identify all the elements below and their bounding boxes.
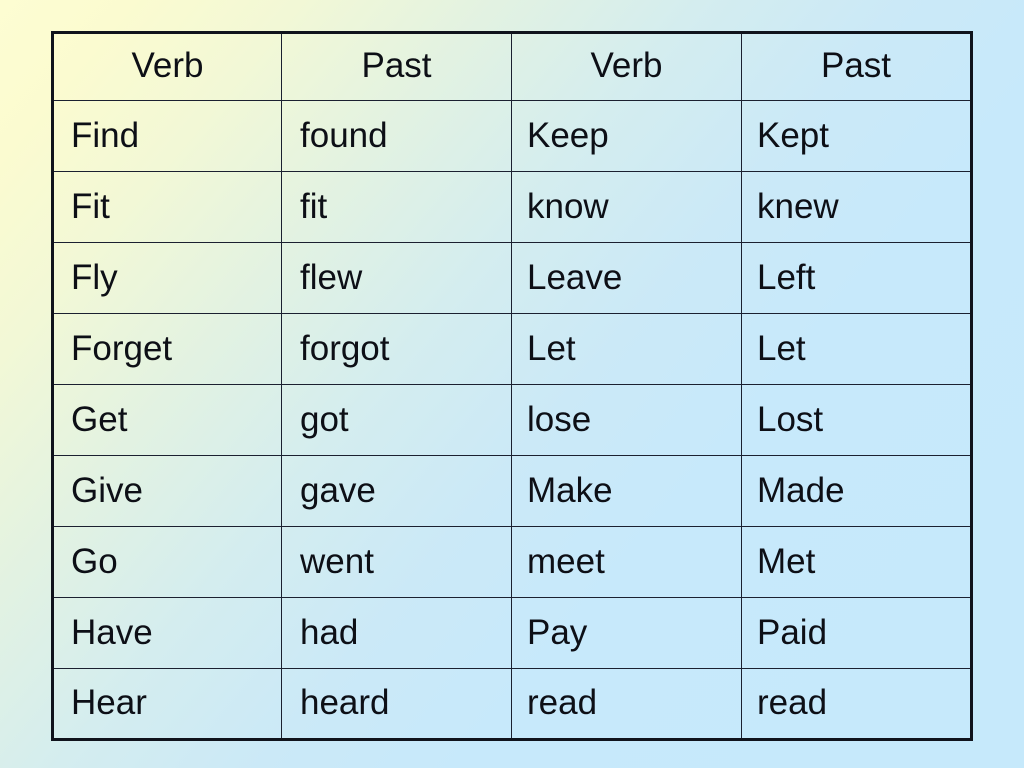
cell-verb-1: Get (52, 384, 282, 456)
table-row: Find found Keep Kept (52, 100, 972, 172)
cell-verb-2: Keep (511, 100, 742, 172)
table-row: Give gave Make Made (52, 455, 972, 527)
table-row: Fit fit know knew (52, 171, 972, 243)
cell-past-2: Lost (741, 384, 972, 456)
cell-verb-1: Forget (52, 313, 282, 385)
table-row: Forget forgot Let Let (52, 313, 972, 385)
cell-past-2: Left (741, 242, 972, 314)
cell-past-1: got (281, 384, 512, 456)
column-header-verb-2: Verb (511, 32, 742, 101)
slide-canvas: Verb Past Verb Past Find found Keep Kept… (0, 0, 1024, 768)
cell-verb-2: meet (511, 526, 742, 598)
cell-verb-1: Find (52, 100, 282, 172)
cell-verb-2: know (511, 171, 742, 243)
cell-verb-2: lose (511, 384, 742, 456)
cell-past-2: Let (741, 313, 972, 385)
cell-verb-2: Leave (511, 242, 742, 314)
cell-past-2: Made (741, 455, 972, 527)
table-row: Get got lose Lost (52, 384, 972, 456)
cell-past-2: read (741, 668, 972, 740)
cell-verb-2: Make (511, 455, 742, 527)
cell-past-1: found (281, 100, 512, 172)
cell-verb-1: Go (52, 526, 282, 598)
cell-verb-2: Pay (511, 597, 742, 669)
irregular-verbs-table: Verb Past Verb Past Find found Keep Kept… (51, 31, 973, 741)
column-header-verb-1: Verb (52, 32, 282, 101)
cell-past-1: gave (281, 455, 512, 527)
cell-verb-1: Hear (52, 668, 282, 740)
cell-past-1: went (281, 526, 512, 598)
table-row: Go went meet Met (52, 526, 972, 598)
table-row: Hear heard read read (52, 668, 972, 740)
cell-past-2: Kept (741, 100, 972, 172)
table-row: Have had Pay Paid (52, 597, 972, 669)
table-header: Verb Past Verb Past (52, 32, 972, 101)
cell-verb-2: read (511, 668, 742, 740)
cell-past-1: forgot (281, 313, 512, 385)
column-header-past-1: Past (281, 32, 512, 101)
cell-past-2: Met (741, 526, 972, 598)
column-header-past-2: Past (741, 32, 972, 101)
cell-past-1: fit (281, 171, 512, 243)
cell-past-1: had (281, 597, 512, 669)
cell-verb-1: Fly (52, 242, 282, 314)
cell-past-1: heard (281, 668, 512, 740)
table-row: Fly flew Leave Left (52, 242, 972, 314)
cell-verb-2: Let (511, 313, 742, 385)
cell-past-2: knew (741, 171, 972, 243)
cell-verb-1: Fit (52, 171, 282, 243)
cell-verb-1: Give (52, 455, 282, 527)
cell-past-1: flew (281, 242, 512, 314)
table-body: Find found Keep Kept Fit fit know knew F… (52, 100, 972, 740)
cell-verb-1: Have (52, 597, 282, 669)
header-row: Verb Past Verb Past (52, 32, 972, 101)
cell-past-2: Paid (741, 597, 972, 669)
